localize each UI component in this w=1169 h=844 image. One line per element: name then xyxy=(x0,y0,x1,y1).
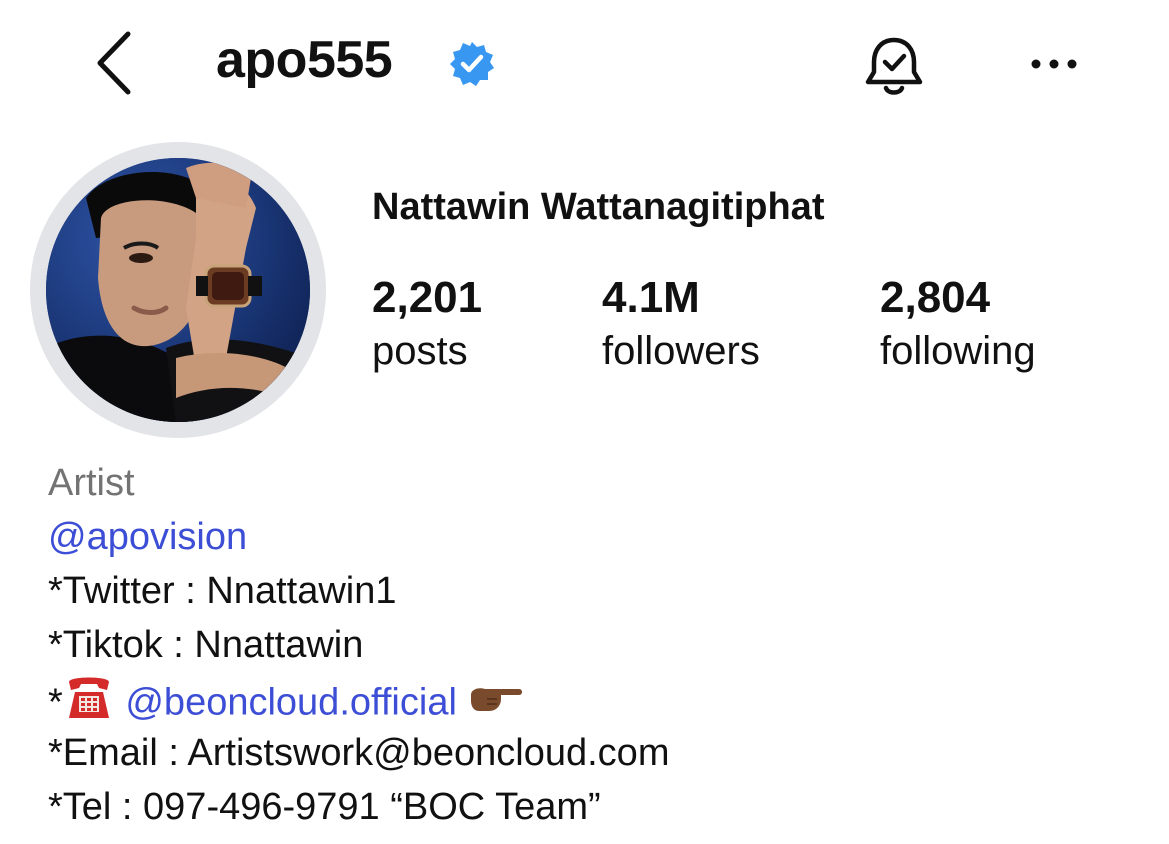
bio-email: *Email : Artistswork@beoncloud.com xyxy=(48,732,670,774)
bio-twitter: *Twitter : Nnattawin1 xyxy=(48,570,397,612)
notifications-button[interactable] xyxy=(858,30,930,102)
more-options-button[interactable] xyxy=(1022,46,1086,82)
profile-full-name: Nattawin Wattanagitiphat xyxy=(372,186,825,228)
mention-link[interactable]: @apovision xyxy=(48,510,669,564)
verified-badge-icon xyxy=(448,40,496,88)
avatar[interactable] xyxy=(46,158,310,422)
pointing-right-emoji xyxy=(467,678,525,732)
profile-username: apo555 xyxy=(216,31,393,89)
chevron-left-icon xyxy=(97,31,131,95)
following-count[interactable]: 2,804 following xyxy=(880,272,1036,378)
profile-category: Artist xyxy=(48,462,135,504)
stat-value: 4.1M xyxy=(602,273,700,322)
stat-value: 2,201 xyxy=(372,273,483,322)
ellipsis-icon xyxy=(1031,59,1077,69)
stat-label: followers xyxy=(602,329,760,373)
stat-value: 2,804 xyxy=(880,273,991,322)
bio-contact: * @beoncloud.official xyxy=(48,672,669,726)
stat-label: following xyxy=(880,329,1036,373)
profile-bio: Artist @apovision *Twitter : Nnattawin1 … xyxy=(48,456,669,834)
posts-count[interactable]: 2,201 posts xyxy=(372,272,482,378)
back-button[interactable] xyxy=(88,28,148,98)
bio-tel: *Tel : 097-496-9791 “BOC Team” xyxy=(48,786,601,828)
contact-link[interactable]: @beoncloud.official xyxy=(125,682,457,724)
contact-prefix: * xyxy=(48,681,63,724)
stat-label: posts xyxy=(372,329,468,373)
bell-check-icon xyxy=(865,37,923,95)
followers-count[interactable]: 4.1M followers xyxy=(602,272,760,378)
profile-header: apo555 xyxy=(0,0,1169,130)
bio-tiktok: *Tiktok : Nnattawin xyxy=(48,624,364,666)
